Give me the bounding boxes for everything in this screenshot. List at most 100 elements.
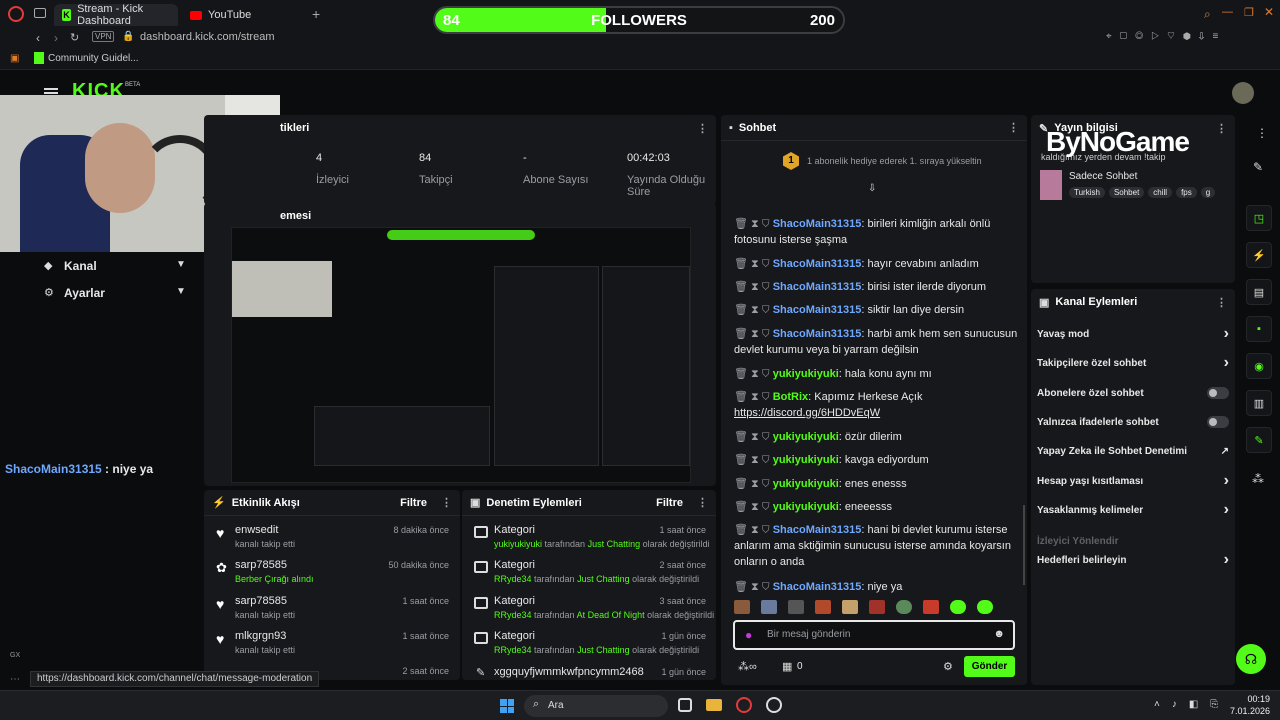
chat-username[interactable]: ShacoMain31315 — [773, 304, 862, 316]
emote-icon[interactable] — [788, 600, 804, 614]
mod-tools-icon[interactable]: 🗑 ⧗ ⛉ — [734, 366, 770, 382]
scroll-down-icon[interactable]: ⇩ — [868, 183, 876, 194]
opera-gx-icon[interactable] — [736, 697, 752, 713]
emote-icon[interactable] — [950, 600, 966, 614]
mic-icon[interactable]: ● — [745, 628, 752, 642]
maximize-icon[interactable]: ❐ — [1244, 6, 1254, 19]
mod-tools-icon[interactable]: 🗑 ⧗ ⛉ — [734, 279, 770, 295]
support-icon[interactable]: ☊ — [1236, 644, 1266, 674]
chat-username[interactable]: ShacoMain31315 — [773, 581, 862, 593]
mod-tools-icon[interactable]: 🗑 ⧗ ⛉ — [734, 326, 770, 342]
channel-action-item[interactable]: Takipçilere özel sohbet › — [1037, 349, 1229, 377]
clock-date[interactable]: 7.01.2026 — [1226, 706, 1270, 716]
edit-icon[interactable]: ✎ — [1253, 160, 1263, 174]
sidebar-item-ayarlar[interactable]: Ayarlar — [64, 286, 105, 300]
more-icon[interactable]: ⋮ — [1216, 296, 1227, 309]
emote-icon[interactable] — [761, 600, 777, 614]
wrench-icon[interactable]: ✎ — [1246, 427, 1272, 453]
mod-tools-icon[interactable]: 🗑 ⧗ ⛉ — [734, 522, 770, 538]
mod-tools-icon[interactable]: 🗑 ⧗ ⛉ — [734, 499, 770, 515]
emote-icon[interactable] — [977, 600, 993, 614]
back-icon[interactable]: ‹ — [36, 31, 40, 45]
chat-username[interactable]: ShacoMain31315 — [773, 328, 862, 340]
avatar[interactable] — [1232, 82, 1254, 104]
bolt-icon[interactable]: ⚡ — [1246, 242, 1272, 268]
more-icon[interactable]: ⋮ — [697, 496, 708, 509]
chat-username[interactable]: ShacoMain31315 — [773, 524, 862, 536]
emoji-icon[interactable]: ☻ — [993, 628, 1005, 640]
tab-youtube[interactable]: YouTube — [182, 4, 302, 26]
close-icon[interactable]: ✕ — [1264, 5, 1274, 19]
more-icon[interactable]: ⋮ — [1256, 126, 1268, 140]
chat-username[interactable]: yukiyukiyuki — [773, 431, 839, 443]
chat-username[interactable]: ShacoMain31315 — [773, 218, 862, 230]
emote-icon[interactable] — [815, 600, 831, 614]
windows-start-icon[interactable] — [500, 699, 514, 713]
mod-tools-icon[interactable]: 🗑 ⧗ ⛉ — [734, 389, 770, 405]
reload-icon[interactable]: ↻ — [70, 31, 79, 44]
channel-action-item[interactable]: Yasaklanmış kelimeler › — [1037, 496, 1229, 524]
gift-icon[interactable]: ▦ — [782, 660, 792, 673]
bookmark-community-guidelines[interactable]: Community Guidel... — [48, 53, 139, 64]
tab-kick-dashboard[interactable]: K Stream - Kick Dashboard — [54, 3, 178, 27]
channel-action-item[interactable]: Hesap yaşı kısıtlaması › — [1037, 467, 1229, 495]
document-icon[interactable]: ▤ — [1246, 279, 1272, 305]
mod-filter-button[interactable]: Filtre — [656, 497, 683, 509]
activity-filter-button[interactable]: Filtre — [400, 497, 427, 509]
minimize-icon[interactable]: — — [1222, 6, 1233, 18]
toggle-switch[interactable] — [1207, 416, 1229, 428]
mod-tools-icon[interactable]: 🗑 ⧗ ⛉ — [734, 256, 770, 272]
chevron-down-icon[interactable]: ▼ — [176, 286, 186, 297]
mod-tools-icon[interactable]: 🗑 ⧗ ⛉ — [734, 452, 770, 468]
more-icon[interactable]: ⋮ — [441, 496, 452, 509]
chat-settings-icon[interactable]: ⚙ — [943, 660, 953, 673]
emote-icon[interactable] — [923, 600, 939, 614]
url-field[interactable]: dashboard.kick.com/stream — [140, 31, 275, 43]
system-tray-icons[interactable]: ˄♪◧⎘ — [1154, 699, 1230, 710]
more-icon[interactable]: ⋮ — [697, 122, 708, 135]
more-icon[interactable]: ⋮ — [1216, 122, 1227, 135]
taskbar-search[interactable]: ⌕ Ara — [524, 695, 668, 717]
search-icon[interactable]: ⌕ — [1204, 7, 1211, 22]
more-icon[interactable]: ⋮ — [1008, 121, 1019, 134]
clock-time[interactable]: 00:19 — [1234, 694, 1270, 704]
layout-icon[interactable]: ▥ — [1246, 390, 1272, 416]
chat-username[interactable]: ShacoMain31315 — [773, 281, 862, 293]
chat-username[interactable]: yukiyukiyuki — [773, 501, 839, 513]
emote-icon[interactable] — [842, 600, 858, 614]
app-icon[interactable] — [766, 697, 782, 713]
apps-icon[interactable]: ⁂ — [1252, 472, 1264, 486]
file-explorer-icon[interactable] — [706, 699, 722, 711]
briefcase-icon[interactable]: ▣ — [10, 53, 19, 64]
emote-icon[interactable] — [734, 600, 750, 614]
chat-input-box[interactable]: ● Bir mesaj gönderin ☻ — [733, 620, 1015, 650]
clip-icon[interactable]: ◳ — [1246, 205, 1272, 231]
mod-user[interactable]: RRyde34 — [494, 574, 532, 584]
sidebar-item-kanal[interactable]: Kanal — [64, 259, 97, 273]
task-view-icon[interactable] — [678, 698, 692, 712]
new-tab-icon[interactable]: + — [312, 6, 320, 22]
mod-tools-icon[interactable]: 🗑 ⧗ ⛉ — [734, 302, 770, 318]
toggle-switch[interactable] — [1207, 387, 1229, 399]
mod-tools-icon[interactable]: 🗑 ⧗ ⛉ — [734, 579, 770, 595]
mod-user[interactable]: RRyde34 — [494, 645, 532, 655]
channel-action-item[interactable]: Yavaş mod › — [1037, 320, 1229, 348]
stream-preview-video[interactable] — [231, 227, 691, 483]
opera-logo-icon[interactable] — [8, 6, 24, 22]
mod-tools-icon[interactable]: 🗑 ⧗ ⛉ — [734, 429, 770, 445]
chat-icon[interactable]: ▪ — [1246, 316, 1272, 342]
more-options-icon[interactable]: ⋯ — [10, 674, 20, 685]
chat-username[interactable]: yukiyukiyuki — [773, 478, 839, 490]
channel-points-icon[interactable]: ⁂∞ — [738, 660, 757, 673]
chat-link[interactable]: https://discord.gg/6HDDvEqW — [734, 407, 880, 419]
send-button[interactable]: Gönder — [964, 656, 1015, 677]
forward-icon[interactable]: › — [54, 31, 58, 45]
channel-action-item[interactable]: Yalnızca ifadelerle sohbet — [1037, 408, 1229, 436]
chat-username[interactable]: yukiyukiyuki — [773, 454, 839, 466]
mod-user[interactable]: RRyde34 — [494, 610, 532, 620]
chat-username[interactable]: yukiyukiyuki — [773, 368, 839, 380]
mod-tools-icon[interactable]: 🗑 ⧗ ⛉ — [734, 476, 770, 492]
mod-user[interactable]: yukiyukiyuki — [494, 539, 542, 549]
chat-username[interactable]: ShacoMain31315 — [773, 258, 862, 270]
mod-tools-icon[interactable]: 🗑 ⧗ ⛉ — [734, 216, 770, 232]
